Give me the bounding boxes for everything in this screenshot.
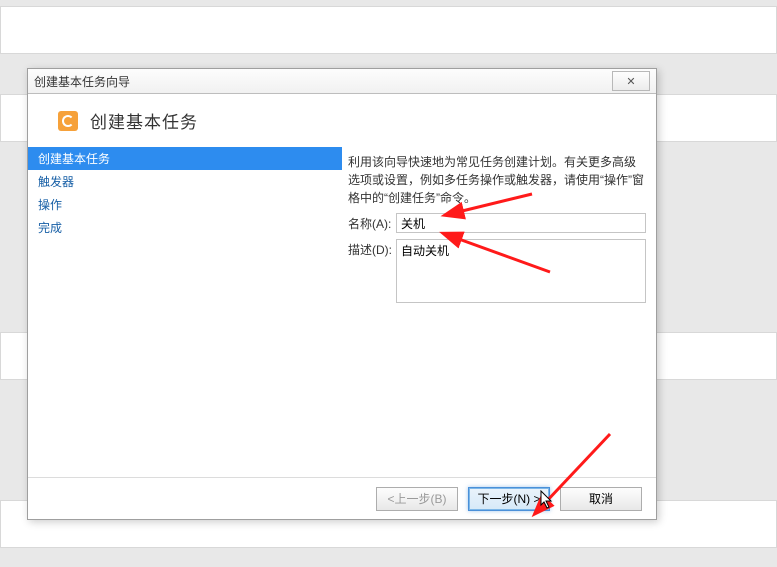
- sidebar-item-label: 操作: [38, 198, 62, 212]
- sidebar-item-finish[interactable]: 完成: [28, 216, 342, 239]
- close-button[interactable]: ✕: [612, 71, 650, 91]
- sidebar-item-label: 创建基本任务: [38, 152, 110, 166]
- cancel-button[interactable]: 取消: [560, 487, 642, 511]
- bg-row: [0, 6, 777, 54]
- name-row: 名称(A):: [348, 213, 646, 233]
- footer: <上一步(B) 下一步(N) > 取消: [28, 477, 656, 519]
- wizard-dialog: 创建基本任务向导 ✕ 创建基本任务 创建基本任务 触发器 操作 完成 利用该向导…: [27, 68, 657, 520]
- header-title: 创建基本任务: [90, 108, 198, 133]
- back-button: <上一步(B): [376, 487, 458, 511]
- wizard-icon: [58, 111, 78, 131]
- description-input[interactable]: [396, 239, 646, 303]
- sidebar-item-label: 完成: [38, 221, 62, 235]
- sidebar: 创建基本任务 触发器 操作 完成: [28, 147, 342, 477]
- sidebar-item-trigger[interactable]: 触发器: [28, 170, 342, 193]
- content-pane: 利用该向导快速地为常见任务创建计划。有关更多高级选项或设置，例如多任务操作或触发…: [342, 147, 656, 477]
- sidebar-item-action[interactable]: 操作: [28, 193, 342, 216]
- titlebar: 创建基本任务向导 ✕: [28, 69, 656, 94]
- name-input[interactable]: [396, 213, 646, 233]
- description-label: 描述(D):: [348, 239, 396, 303]
- body: 创建基本任务 触发器 操作 完成 利用该向导快速地为常见任务创建计划。有关更多高…: [28, 147, 656, 477]
- dialog-title: 创建基本任务向导: [34, 73, 612, 90]
- name-label: 名称(A):: [348, 213, 396, 233]
- description-row: 描述(D):: [348, 239, 646, 303]
- sidebar-item-label: 触发器: [38, 175, 74, 189]
- sidebar-item-create-basic-task[interactable]: 创建基本任务: [28, 147, 342, 170]
- header-section: 创建基本任务: [28, 94, 656, 147]
- close-icon: ✕: [626, 75, 635, 88]
- wizard-description: 利用该向导快速地为常见任务创建计划。有关更多高级选项或设置，例如多任务操作或触发…: [348, 153, 646, 207]
- next-button[interactable]: 下一步(N) >: [468, 487, 550, 511]
